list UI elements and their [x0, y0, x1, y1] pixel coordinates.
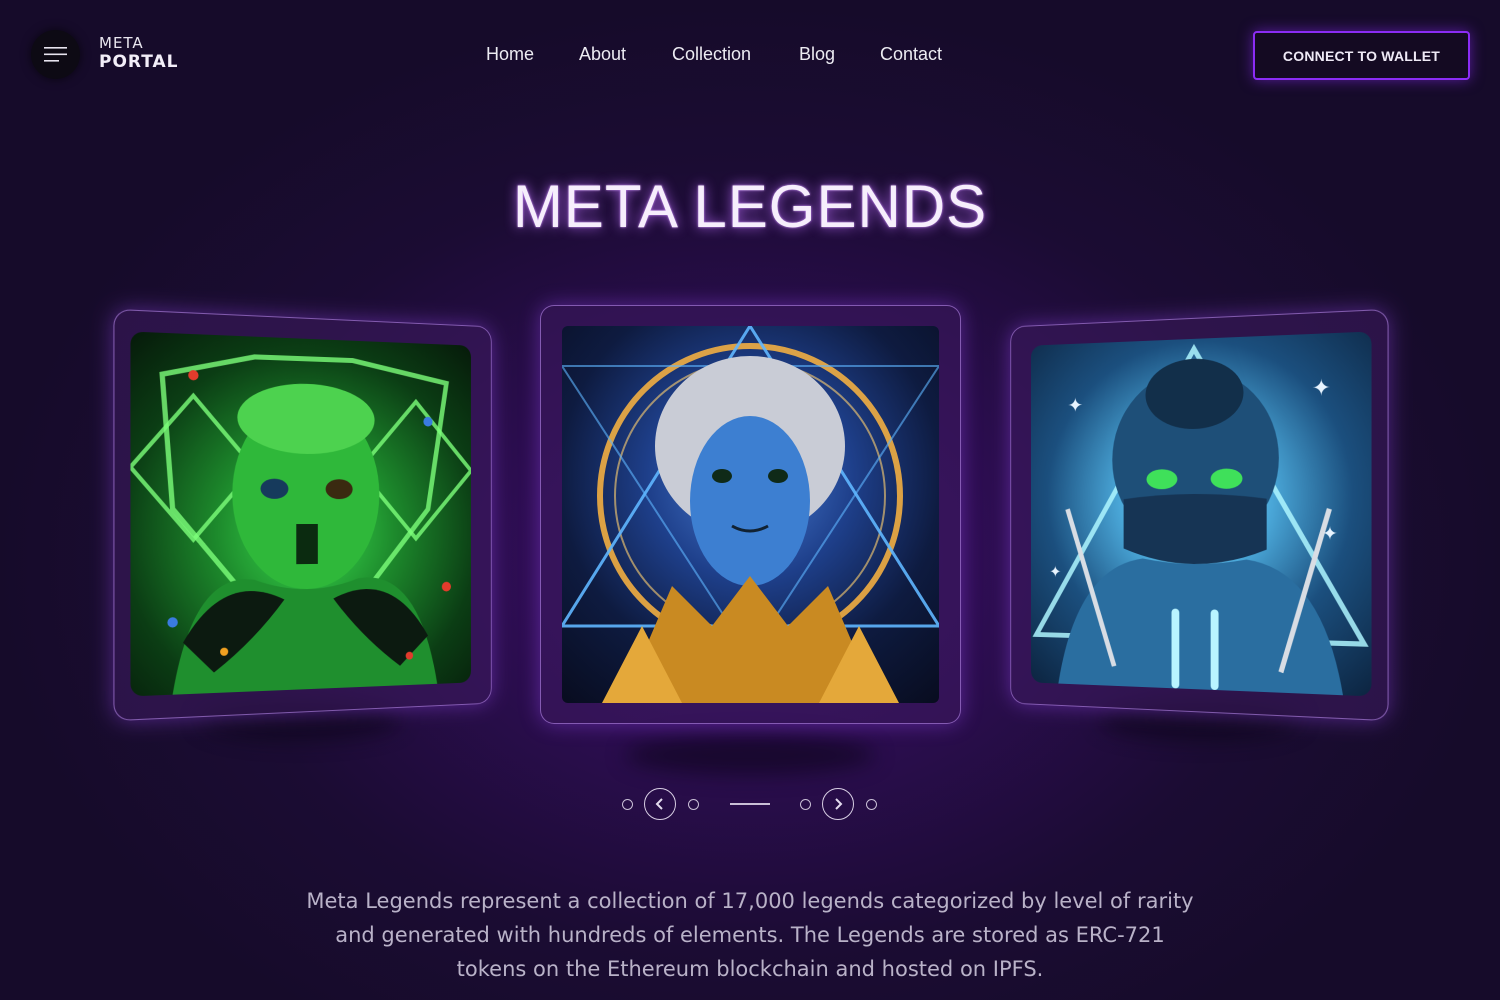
- svg-text:✦: ✦: [1312, 375, 1331, 402]
- nav-collection[interactable]: Collection: [672, 43, 751, 65]
- svg-text:✦: ✦: [1322, 524, 1338, 545]
- carousel-prev-button[interactable]: [644, 788, 676, 820]
- legend-card-left[interactable]: [113, 308, 492, 722]
- chevron-right-icon: [835, 798, 843, 810]
- nav-blog[interactable]: Blog: [799, 43, 835, 65]
- chevron-left-icon: [655, 798, 663, 810]
- connect-wallet-button[interactable]: CONNECT TO WALLET: [1253, 31, 1470, 80]
- carousel-dot[interactable]: [622, 799, 633, 810]
- nav-home[interactable]: Home: [486, 43, 534, 65]
- blue-chrome-legend-portrait: [562, 326, 939, 703]
- carousel-next-button[interactable]: [822, 788, 854, 820]
- ninja-legend-portrait: ✦ ✦ ✦ ✦: [1030, 331, 1372, 697]
- svg-text:✦: ✦: [1049, 563, 1061, 581]
- legend-card-right[interactable]: ✦ ✦ ✦ ✦: [1010, 308, 1389, 722]
- legend-card-center[interactable]: [540, 305, 961, 724]
- green-legend-portrait: [130, 331, 472, 697]
- svg-text:✦: ✦: [1068, 394, 1084, 418]
- carousel-dot[interactable]: [866, 799, 877, 810]
- page-title: META LEGENDS: [512, 173, 988, 240]
- carousel-dot[interactable]: [800, 799, 811, 810]
- nav-contact[interactable]: Contact: [880, 43, 942, 65]
- nav-about[interactable]: About: [579, 43, 626, 65]
- card-shadow: [625, 735, 875, 775]
- collection-description: Meta Legends represent a collection of 1…: [306, 889, 1194, 981]
- carousel-dot[interactable]: [688, 799, 699, 810]
- carousel-divider: [730, 803, 770, 805]
